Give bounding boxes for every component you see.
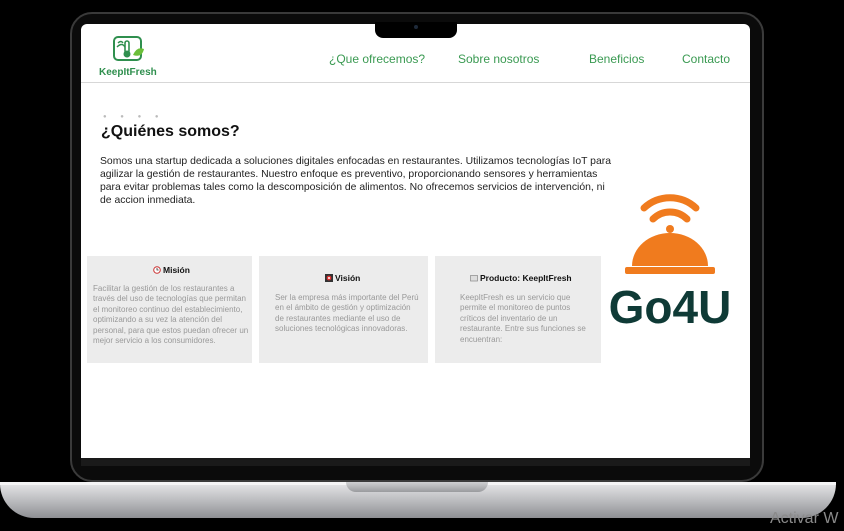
card-producto: Producto: KeepItFresh KeepItFresh es un … xyxy=(435,256,601,363)
go4u-wordmark: Go4U xyxy=(609,281,732,328)
card-body-mision: Facilitar la gestión de los restaurantes… xyxy=(93,284,249,346)
camera-notch xyxy=(375,22,457,38)
camera-icon xyxy=(414,25,418,29)
card-title-producto: Producto: KeepItFresh xyxy=(470,273,572,283)
about-body: Somos una startup dedicada a soluciones … xyxy=(100,156,611,206)
card-title-text: Producto: KeepItFresh xyxy=(480,273,572,283)
site-logo[interactable]: KeepItFresh xyxy=(99,34,161,80)
laptop-mockup: KeepItFresh ¿Que ofrecemos? Sobre nosotr… xyxy=(0,0,844,531)
service-bell-wifi-icon xyxy=(625,194,715,274)
nav-link-que-ofrecemos[interactable]: ¿Que ofrecemos? xyxy=(329,52,425,66)
nav-link-beneficios[interactable]: Beneficios xyxy=(589,52,644,66)
card-title-text: Misión xyxy=(163,265,190,275)
logo-wordmark: KeepItFresh xyxy=(99,67,157,78)
card-body-producto: KeepItFresh es un servicio que permite e… xyxy=(460,293,586,344)
card-vision: Visión Ser la empresa más importante del… xyxy=(259,256,428,363)
box-icon xyxy=(470,275,478,282)
card-mision: Misión Facilitar la gestión de los resta… xyxy=(87,256,252,363)
thermometer-leaf-icon xyxy=(113,36,144,61)
screen-chin xyxy=(81,458,750,466)
nav-link-contacto[interactable]: Contacto xyxy=(682,52,730,66)
go4u-logo: Go4U xyxy=(609,194,732,328)
about-title: ¿Quiénes somos? xyxy=(101,123,240,140)
target-icon xyxy=(325,274,333,282)
laptop-hinge xyxy=(346,482,488,492)
clock-icon xyxy=(153,266,161,274)
card-body-vision: Ser la empresa más importante del Perú e… xyxy=(275,293,419,334)
nav-link-sobre-nosotros[interactable]: Sobre nosotros xyxy=(458,52,539,66)
decorative-dots: ● ● ● ● xyxy=(103,114,165,120)
card-title-text: Visión xyxy=(335,273,361,283)
card-title-vision: Visión xyxy=(325,273,360,283)
os-activation-watermark: Activar W xyxy=(770,510,839,527)
card-title-mision: Misión xyxy=(153,265,190,275)
